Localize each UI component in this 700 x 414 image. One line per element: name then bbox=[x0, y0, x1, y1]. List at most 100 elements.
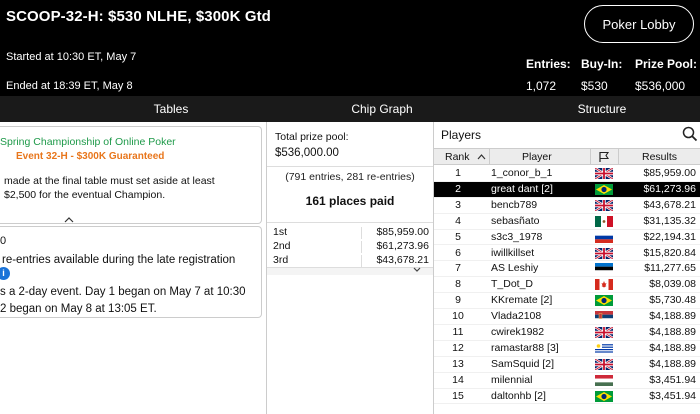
player-result: $4,188.89 bbox=[649, 357, 696, 370]
championship-name: Spring Championship of Online Poker bbox=[0, 136, 176, 148]
player-name: AS Leshiy bbox=[491, 262, 539, 275]
player-result: $85,959.00 bbox=[643, 167, 696, 179]
brazil-flag-icon bbox=[595, 390, 613, 402]
brazil-flag-icon bbox=[595, 183, 613, 195]
event-details-card: 0 re-entries available during the late r… bbox=[0, 226, 262, 318]
player-row[interactable]: 7 AS Leshiy $11,277.65 bbox=[434, 261, 700, 278]
player-name: iwillkillset bbox=[491, 246, 535, 259]
player-name: KKremate [2] bbox=[491, 294, 553, 307]
player-result: $43,678.21 bbox=[643, 198, 696, 211]
info-icon[interactable]: i bbox=[0, 267, 10, 280]
final-table-note-line2: $2,500 for the eventual Champion. bbox=[4, 189, 166, 201]
prize-pool-label: Prize Pool: bbox=[635, 57, 698, 71]
player-result: $4,188.89 bbox=[649, 341, 696, 354]
chevron-down-icon[interactable] bbox=[413, 267, 421, 275]
payout-scroll-bar[interactable] bbox=[267, 267, 433, 275]
event-name: Event 32-H - $300K Guaranteed bbox=[16, 151, 165, 162]
entries-label: Entries: bbox=[526, 57, 571, 71]
player-rank: 14 bbox=[452, 373, 464, 386]
players-panel: Players Rank Player Results 1 1_conor_b_1… bbox=[434, 122, 700, 414]
player-rank: 8 bbox=[455, 278, 461, 291]
player-rank: 1 bbox=[455, 167, 461, 179]
player-name: ramastar88 [3] bbox=[491, 341, 559, 354]
player-result: $5,730.48 bbox=[649, 294, 696, 307]
player-name: cwirek1982 bbox=[491, 326, 545, 338]
player-row[interactable]: 4 sebasñato $31,135.32 bbox=[434, 214, 700, 230]
search-icon[interactable] bbox=[682, 126, 698, 142]
end-time: Ended at 18:39 ET, May 8 bbox=[6, 80, 133, 92]
poker-lobby-button[interactable]: Poker Lobby bbox=[584, 5, 694, 43]
uk-flag-icon bbox=[595, 358, 613, 370]
player-row[interactable]: 1 1_conor_b_1 $85,959.00 bbox=[434, 166, 700, 182]
player-row[interactable]: 11 cwirek1982 $4,188.89 bbox=[434, 325, 700, 341]
player-rank: 9 bbox=[455, 294, 461, 307]
buyin-value: $530 bbox=[581, 79, 608, 93]
buyin-label: Buy-In: bbox=[581, 57, 623, 71]
day2-text: 2 began on May 8 at 13:05 ET. bbox=[0, 303, 157, 315]
player-row[interactable]: 13 SamSquid [2] $4,188.89 bbox=[434, 357, 700, 373]
player-row[interactable]: 6 iwillkillset $15,820.84 bbox=[434, 246, 700, 262]
payout-row: 3rd $43,678.21 bbox=[267, 254, 433, 268]
player-rank: 3 bbox=[455, 198, 461, 211]
player-rank: 4 bbox=[455, 214, 461, 227]
canada-flag-icon bbox=[595, 279, 613, 291]
championship-info-card: Spring Championship of Online Poker Even… bbox=[0, 126, 262, 224]
tab-structure[interactable]: Structure bbox=[520, 96, 684, 122]
player-rank: 11 bbox=[452, 326, 464, 338]
player-name: s3c3_1978 bbox=[491, 230, 543, 243]
players-title: Players bbox=[441, 128, 482, 142]
player-name: great dant [2] bbox=[491, 182, 553, 195]
player-rank: 6 bbox=[455, 246, 461, 259]
collapse-caret-icon[interactable] bbox=[62, 215, 76, 225]
payout-amount: $61,273.96 bbox=[376, 240, 429, 252]
player-name: 1_conor_b_1 bbox=[491, 167, 553, 179]
tournament-title: SCOOP-32-H: $530 NLHE, $300K Gtd bbox=[6, 8, 271, 25]
player-rank: 7 bbox=[455, 262, 461, 275]
flag-column-icon[interactable] bbox=[598, 151, 610, 167]
prize-panel: Total prize pool: $536,000.00 (791 entri… bbox=[266, 122, 434, 414]
player-name: sebasñato bbox=[491, 214, 540, 227]
player-row[interactable]: 2 great dant [2] $61,273.96 bbox=[434, 181, 700, 198]
rank-column-header[interactable]: Rank bbox=[445, 149, 470, 165]
uk-flag-icon bbox=[595, 168, 613, 179]
hungary-flag-icon bbox=[595, 374, 613, 386]
player-row[interactable]: 3 bencb789 $43,678.21 bbox=[434, 198, 700, 214]
player-row[interactable]: 15 daltonhb [2] $3,451.94 bbox=[434, 389, 700, 405]
player-result: $4,188.89 bbox=[649, 310, 696, 323]
player-row[interactable]: 14 milennial $3,451.94 bbox=[434, 373, 700, 389]
player-row[interactable]: 8 T_Dot_D $8,039.08 bbox=[434, 277, 700, 294]
day1-text: s a 2-day event. Day 1 began on May 7 at… bbox=[0, 286, 246, 298]
divider bbox=[267, 222, 433, 223]
uk-flag-icon bbox=[595, 247, 613, 259]
estonia-flag-icon bbox=[595, 263, 613, 275]
uk-flag-icon bbox=[595, 199, 613, 211]
mexico-flag-icon bbox=[595, 215, 613, 227]
uk-flag-icon bbox=[595, 327, 613, 338]
payout-amount: $85,959.00 bbox=[376, 226, 429, 238]
player-result: $4,188.89 bbox=[649, 326, 696, 338]
player-rank: 12 bbox=[452, 341, 464, 354]
tab-chip-graph[interactable]: Chip Graph bbox=[240, 96, 524, 122]
player-row[interactable]: 5 s3c3_1978 $22,194.31 bbox=[434, 230, 700, 246]
sort-asc-icon[interactable] bbox=[477, 149, 486, 165]
player-result: $15,820.84 bbox=[643, 246, 696, 259]
player-row[interactable]: 12 ramastar88 [3] $4,188.89 bbox=[434, 341, 700, 357]
player-result: $31,135.32 bbox=[643, 214, 696, 227]
payout-place: 2nd bbox=[273, 240, 291, 252]
info-fragment: 0 bbox=[0, 235, 7, 247]
results-column-header[interactable]: Results bbox=[642, 149, 677, 165]
player-row[interactable]: 9 KKremate [2] $5,730.48 bbox=[434, 293, 700, 310]
player-rank: 2 bbox=[455, 182, 461, 195]
player-name: bencb789 bbox=[491, 198, 538, 211]
total-prize-value: $536,000.00 bbox=[275, 147, 339, 159]
final-table-note-line1: made at the final table must set aside a… bbox=[4, 175, 215, 187]
total-prize-label: Total prize pool: bbox=[275, 131, 349, 143]
reentries-text: re-entries available during the late reg… bbox=[2, 254, 236, 266]
info-panel: Spring Championship of Online Poker Even… bbox=[0, 122, 264, 414]
player-column-header[interactable]: Player bbox=[522, 149, 552, 165]
start-time: Started at 10:30 ET, May 7 bbox=[6, 51, 137, 63]
tab-bar: Tables Chip Graph Structure bbox=[0, 96, 700, 122]
player-result: $3,451.94 bbox=[649, 389, 696, 402]
player-row[interactable]: 10 Vlada2108 $4,188.89 bbox=[434, 309, 700, 325]
players-table-header: Rank Player Results bbox=[434, 148, 700, 165]
